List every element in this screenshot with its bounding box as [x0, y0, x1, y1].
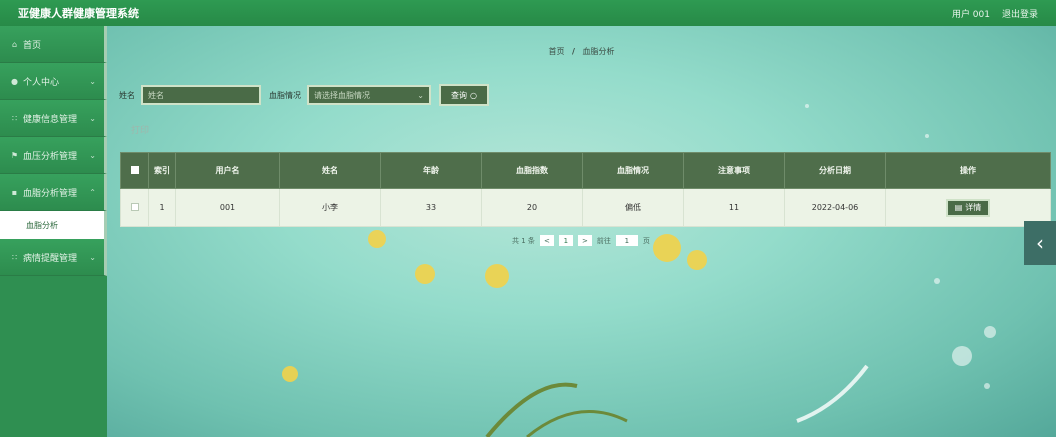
grid-icon: ∷ [11, 252, 18, 262]
prev-page-button[interactable]: < [539, 235, 554, 246]
pagination: 共 1 条 < 1 > 前往 1 页 [512, 235, 650, 246]
row-checkbox[interactable] [130, 202, 139, 211]
chevron-down-icon: ⌄ [89, 150, 96, 160]
breadcrumb: 首页 / 血脂分析 [107, 46, 1056, 57]
home-icon: ⌂ [11, 39, 18, 49]
pagination-total: 共 1 条 [512, 236, 535, 245]
main-content: 首页 / 血脂分析 姓名 姓名 血脂情况 请选择血脂情况 ⌄ 查询 ○ 打印 索… [107, 26, 1056, 437]
sidebar: ⌂ 首页 ● 个人中心 ⌄ ∷ 健康信息管理 ⌄ ⚑ 血压分析管理 ⌄ ▪ 血脂分析管理 … [0, 26, 107, 437]
breadcrumb-home[interactable]: 首页 [548, 47, 564, 56]
breadcrumb-separator: / [572, 47, 575, 56]
cell-notes: 11 [683, 188, 785, 227]
column-header: 索引 [148, 152, 176, 189]
column-header: 血脂指数 [481, 152, 583, 189]
flag-icon: ⚑ [10, 150, 19, 160]
name-search-placeholder: 姓名 [148, 90, 164, 100]
select-all-cell [120, 152, 149, 189]
status-select-placeholder: 请选择血脂情况 [314, 90, 370, 100]
cell-index: 1 [148, 188, 176, 227]
table-row[interactable]: 1 001 小李 33 20 偏低 11 2022-04-06 ▤ 详情 [120, 188, 1051, 227]
collapse-panel-button[interactable]: ‹ [1024, 221, 1056, 265]
sidebar-item-label: 病情提醒管理 [23, 253, 78, 264]
page-number-1[interactable]: 1 [558, 235, 573, 246]
print-button[interactable]: 打印 [131, 123, 149, 136]
column-header: 姓名 [279, 152, 381, 189]
column-header: 分析日期 [784, 152, 886, 189]
column-header: 用户名 [175, 152, 280, 189]
detail-button[interactable]: ▤ 详情 [945, 198, 991, 217]
column-header: 注意事项 [683, 152, 785, 189]
sidebar-item-blood-pressure[interactable]: ⚑ 血压分析管理 ⌄ [0, 137, 107, 174]
next-page-button[interactable]: > [577, 235, 592, 246]
cell-username: 001 [175, 188, 280, 227]
chevron-up-icon: ⌃ [89, 187, 96, 197]
sidebar-item-label: 血压分析管理 [23, 151, 78, 162]
cell-name: 小李 [279, 188, 381, 227]
status-filter-label: 血脂情况 [269, 90, 301, 100]
grid-icon: ∷ [11, 113, 18, 123]
cell-age: 33 [380, 188, 482, 227]
name-search-input[interactable]: 姓名 [141, 85, 261, 105]
query-button-label: 查询 [451, 90, 467, 100]
user-box: 用户 001 退出登录 [952, 7, 1038, 20]
chevron-left-icon: ‹ [1036, 231, 1044, 255]
logout-link[interactable]: 退出登录 [1002, 7, 1038, 20]
sidebar-item-home[interactable]: ⌂ 首页 [0, 26, 107, 63]
trash-icon: ▪ [11, 187, 18, 197]
sidebar-item-condition-reminder[interactable]: ∷ 病情提醒管理 ⌄ [0, 239, 107, 276]
goto-page-input[interactable]: 1 [615, 235, 638, 246]
detail-button-label: 详情 [965, 203, 982, 212]
app-title: 亚健康人群健康管理系统 [18, 7, 139, 20]
page-suffix: 页 [642, 236, 650, 245]
user-icon: ● [11, 76, 18, 86]
chevron-down-icon: ⌄ [89, 252, 96, 262]
name-filter-label: 姓名 [119, 90, 135, 100]
detail-icon: ▤ [954, 203, 963, 212]
sidebar-item-label: 个人中心 [23, 77, 60, 88]
goto-label: 前往 [596, 236, 611, 245]
column-header: 年龄 [380, 152, 482, 189]
top-header: 亚健康人群健康管理系统 用户 001 退出登录 [0, 0, 1056, 26]
filter-row: 姓名 姓名 血脂情况 请选择血脂情况 ⌄ 查询 ○ [119, 84, 489, 106]
sidebar-item-blood-lipid[interactable]: ▪ 血脂分析管理 ⌃ [0, 174, 107, 211]
table-header-row: 索引 用户名 姓名 年龄 血脂指数 血脂情况 注意事项 分析日期 操作 [120, 152, 1051, 189]
query-button[interactable]: 查询 ○ [439, 84, 489, 106]
user-label[interactable]: 用户 001 [952, 7, 990, 20]
cell-date: 2022-04-06 [784, 188, 886, 227]
chevron-down-icon: ⌄ [417, 90, 424, 100]
cell-lipid-index: 20 [481, 188, 583, 227]
sidebar-item-label: 健康信息管理 [23, 114, 78, 125]
sidebar-item-personal-center[interactable]: ● 个人中心 ⌄ [0, 63, 107, 100]
chevron-down-icon: ⌄ [89, 113, 96, 123]
row-select-cell [120, 188, 149, 227]
sidebar-item-label: 血脂分析管理 [23, 188, 78, 199]
select-all-checkbox[interactable] [130, 165, 139, 174]
search-icon: ○ [470, 90, 477, 100]
column-header: 血脂情况 [582, 152, 684, 189]
chevron-down-icon: ⌄ [89, 76, 96, 86]
sidebar-subitem-lipid-analysis[interactable]: 血脂分析 [0, 211, 107, 239]
cell-lipid-status: 偏低 [582, 188, 684, 227]
column-header: 操作 [885, 152, 1051, 189]
sidebar-item-label: 首页 [23, 40, 42, 51]
sidebar-item-health-info[interactable]: ∷ 健康信息管理 ⌄ [0, 100, 107, 137]
status-select[interactable]: 请选择血脂情况 ⌄ [307, 85, 431, 105]
breadcrumb-current: 血脂分析 [582, 47, 615, 56]
data-table: 索引 用户名 姓名 年龄 血脂指数 血脂情况 注意事项 分析日期 操作 1 00… [120, 152, 1051, 227]
